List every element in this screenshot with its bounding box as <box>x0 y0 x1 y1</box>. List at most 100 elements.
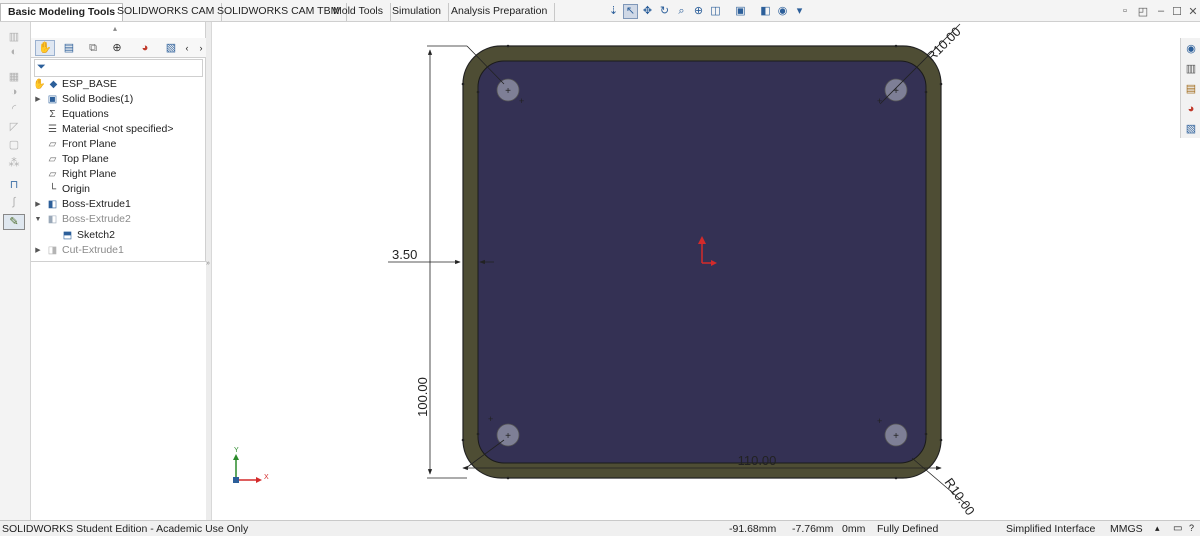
sketch-icon: ⬒ <box>62 230 73 241</box>
heads-up-view-toolbar: ⇣ ↖ ✥ ↻ ⌕ ⊕ ◫ ▣ ◧ ◉ ▾ <box>606 4 807 21</box>
tab-solidworks-cam[interactable]: SOLIDWORKS CAM <box>110 3 223 21</box>
window-maximize-icon[interactable]: ☐ <box>1170 5 1184 18</box>
feature-manager-tab-icon[interactable]: ✋ <box>35 40 55 56</box>
cursor-z-coordinate: 0mm <box>842 523 866 535</box>
appearance-icon[interactable]: ◉ <box>775 4 790 19</box>
custom-properties-icon[interactable]: ▧ <box>1184 122 1198 136</box>
cursor-y-coordinate: -7.76mm <box>792 523 834 535</box>
chamfer-tool-icon[interactable]: ◸ <box>3 120 25 136</box>
zoom-icon[interactable]: ⌕ <box>674 4 689 19</box>
plane-icon: ▱ <box>48 169 57 180</box>
design-library-icon[interactable]: ▥ <box>1184 62 1198 76</box>
svg-text:Y: Y <box>234 447 239 454</box>
status-bar: SOLIDWORKS Student Edition - Academic Us… <box>0 520 1200 536</box>
cut-extrude-tool-icon[interactable]: ▦ <box>3 70 25 86</box>
svg-text:+: + <box>877 416 882 426</box>
window-tile-icon[interactable]: ◰ <box>1136 5 1150 18</box>
tab-mold-tools[interactable]: Mold Tools <box>326 3 391 21</box>
filter-icon: ⏷ <box>37 61 46 73</box>
window-minimize-icon[interactable]: – <box>1154 5 1168 17</box>
dimension-fillet-bottom-label[interactable]: R10.00 <box>942 475 978 518</box>
splitter-arrow-icon[interactable]: » <box>206 260 210 267</box>
pattern-tool-icon[interactable]: ⁂ <box>3 156 25 172</box>
extrude-icon: ◧ <box>47 214 58 225</box>
property-manager-tab-icon[interactable]: ▤ <box>59 40 79 56</box>
part-icon: ✋ <box>33 79 46 90</box>
dimension-fillet-top-label[interactable]: R10.00 <box>924 24 964 64</box>
view-orientation-icon[interactable]: ⇣ <box>606 4 621 19</box>
pan-icon[interactable]: ✥ <box>640 4 655 19</box>
scenes-icon[interactable]: ▾ <box>792 4 807 19</box>
tab-analysis-preparation[interactable]: Analysis Preparation <box>444 3 556 21</box>
svg-text:+: + <box>505 86 511 97</box>
feature-manager-panel: ▴ ✋ ▤ ⧉ ⊕ ◕ ▧ ‹ › ⏷ ✋ ◆ ESP_BASE ▶ ▣ Sol… <box>31 22 206 262</box>
sensors-icon: ◆ <box>49 79 58 90</box>
dimension-height-label[interactable]: 100.00 <box>415 377 430 417</box>
fillet-tool-icon[interactable]: ◜ <box>3 102 25 118</box>
svg-text:+: + <box>488 414 493 424</box>
section-view-icon[interactable]: ◫ <box>708 4 723 19</box>
revolve-tool-icon[interactable]: ◐ <box>3 46 25 62</box>
comments-icon[interactable]: ▭ <box>1173 523 1182 534</box>
reference-geometry-icon[interactable]: ⊓ <box>3 178 25 194</box>
dimxpert-tab-icon[interactable]: ⊕ <box>107 40 127 56</box>
tab-basic-modeling-tools[interactable]: Basic Modeling Tools <box>0 3 124 21</box>
material-icon: ☰ <box>48 124 57 135</box>
hide-show-icon[interactable]: ◧ <box>758 4 773 19</box>
collapse-caret-icon[interactable]: ▼ <box>34 212 42 227</box>
hole-bottom-right[interactable]: + <box>884 423 908 447</box>
svg-text:+: + <box>893 431 899 442</box>
plane-icon: ▱ <box>48 139 57 150</box>
display-style-icon[interactable]: ▣ <box>733 4 748 19</box>
edition-label: SOLIDWORKS Student Edition - Academic Us… <box>2 523 249 535</box>
equations-icon: Σ <box>49 109 56 120</box>
solid-bodies-icon: ▣ <box>47 94 58 105</box>
units-dropdown-icon[interactable]: ▴ <box>1155 523 1160 534</box>
select-icon[interactable]: ↖ <box>623 4 638 19</box>
display-manager-tab-icon[interactable]: ◕ <box>135 40 155 56</box>
cut-extrude-icon: ◨ <box>47 245 58 256</box>
sketch-tool-icon[interactable]: ✎ <box>3 214 25 230</box>
sketch-drawing[interactable]: + + + + + + + + 100.00 3.50 110.00 R10.0… <box>212 22 1174 520</box>
expand-caret-icon[interactable]: ▶ <box>34 92 42 107</box>
svg-text:X: X <box>264 474 269 481</box>
window-close-icon[interactable]: ✕ <box>1186 5 1200 18</box>
dimension-wall-label[interactable]: 3.50 <box>392 247 417 262</box>
feature-manager-tabs: ✋ ▤ ⧉ ⊕ ◕ ▧ ‹ › <box>31 38 206 58</box>
cut-revolve-tool-icon[interactable]: ◑ <box>3 86 25 102</box>
unit-system[interactable]: MMGS <box>1110 523 1143 535</box>
extrude-icon: ◧ <box>47 199 58 210</box>
sketch-status: Fully Defined <box>877 523 939 535</box>
svg-text:+: + <box>519 96 524 106</box>
command-manager-tabs: Basic Modeling Tools SOLIDWORKS CAM SOLI… <box>0 0 1200 22</box>
tab-simulation[interactable]: Simulation <box>385 3 450 21</box>
help-icon[interactable]: ? <box>1189 523 1194 533</box>
origin-icon: └ <box>48 184 57 195</box>
rotate-icon[interactable]: ↻ <box>657 4 672 19</box>
svg-text:+: + <box>505 431 511 442</box>
left-command-strip: ▥ ◐ ▦ ◑ ◜ ◸ ▢ ⁂ ⊓ ∫ ✎ <box>0 22 31 520</box>
configuration-manager-tab-icon[interactable]: ⧉ <box>83 40 103 56</box>
extrude-tool-icon[interactable]: ▥ <box>3 30 25 46</box>
interface-mode[interactable]: Simplified Interface <box>1006 523 1095 535</box>
tree-filter-field[interactable]: ⏷ <box>34 59 203 77</box>
cursor-x-coordinate: -91.68mm <box>729 523 777 535</box>
curves-icon[interactable]: ∫ <box>3 196 25 212</box>
window-restore-icon[interactable]: ▫ <box>1118 5 1132 17</box>
file-explorer-icon[interactable]: ▤ <box>1184 82 1198 96</box>
dimension-width-label[interactable]: 110.00 <box>738 453 777 468</box>
graphics-area[interactable]: + + + + + + + + 100.00 3.50 110.00 R10.0… <box>212 22 1174 520</box>
zoom-area-icon[interactable]: ⊕ <box>691 4 706 19</box>
expand-caret-icon[interactable]: ▶ <box>34 243 42 258</box>
solidworks-resources-icon[interactable]: ◉ <box>1184 42 1198 56</box>
shell-tool-icon[interactable]: ▢ <box>3 138 25 154</box>
panel-collapse-icon[interactable]: ▴ <box>113 24 117 33</box>
hole-top-left[interactable]: + <box>496 78 520 102</box>
expand-caret-icon[interactable]: ▶ <box>34 197 42 212</box>
task-pane: ◉ ▥ ▤ ◕ ▧ <box>1180 38 1200 138</box>
plane-icon: ▱ <box>48 154 57 165</box>
appearances-scenes-icon[interactable]: ◕ <box>1184 102 1198 116</box>
hole-top-right[interactable]: + <box>884 78 908 102</box>
view-triad: Y X <box>233 447 269 483</box>
svg-text:+: + <box>877 96 882 106</box>
